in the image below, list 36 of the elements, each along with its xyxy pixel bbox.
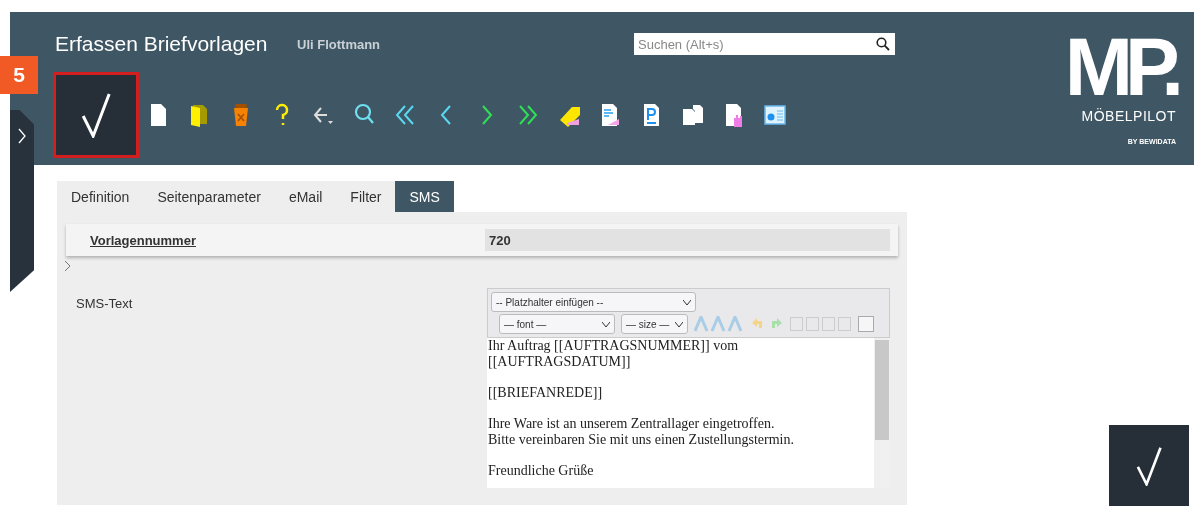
caret-icon — [683, 299, 691, 305]
step-badge: 5 — [0, 56, 38, 94]
document-hand-icon[interactable] — [723, 102, 745, 128]
font-select[interactable]: — font — — [499, 314, 615, 334]
save-button[interactable] — [53, 72, 139, 158]
caret-icon — [675, 321, 683, 327]
field-label: SMS-Text — [76, 296, 134, 313]
text-editor-icon[interactable] — [764, 102, 786, 128]
field-label: Vorlagennummer — [90, 232, 197, 248]
number-field: 720 — [485, 229, 890, 251]
text-paragraph: Ihre Ware ist an unserem Zentrallager eingetroffen. Bitte vereinbaren Sie mit uns einen Zustellungstermin. — [488, 416, 795, 448]
caret-icon — [602, 321, 610, 327]
placeholder-select[interactable]: -- Platzhalter einfügen -- — [491, 292, 696, 312]
text-paragraph: [[BRIEFANREDE]] — [488, 385, 604, 401]
side-panel-tab[interactable] — [10, 110, 34, 292]
text-paragraph: Freundliche Grüße — [488, 463, 595, 479]
user-name: Uli Flottmann — [297, 36, 382, 52]
scrollbar[interactable] — [874, 338, 890, 488]
search-field[interactable]: Suchen (Alt+s) — [634, 33, 895, 55]
tab[interactable]: SMS — [395, 181, 454, 212]
page-title: Erfassen Briefvorlagen — [55, 32, 269, 56]
save-button[interactable] — [1109, 425, 1189, 506]
right-chevron-icon[interactable] — [18, 128, 26, 144]
tab[interactable]: Seitenparameter — [143, 181, 275, 212]
sms-text-area[interactable]: Ihr Auftrag [[AUFTRAGSNUMMER]] vom [[AUFTRAGSDATUM]] [[BRIEFANREDE]] Ihre Ware ist an unserem Zentrallager eingetroffen. Bitte vereinbaren Sie mit uns einen Zustellungstermin. Freundliche Grüße — [487, 338, 890, 488]
size-select[interactable]: — size — — [621, 314, 688, 334]
document-edit-icon[interactable] — [600, 102, 622, 128]
check-icon — [1135, 445, 1163, 486]
search-icon[interactable] — [876, 37, 890, 51]
text-paragraph: Ihr Auftrag [[AUFTRAGSNUMMER]] vom [[AUFTRAGSDATUM]] — [488, 338, 740, 370]
copy-documents-icon[interactable] — [682, 102, 704, 128]
tab[interactable]: Filter — [336, 181, 396, 212]
expand-chevron-icon[interactable] — [64, 260, 71, 272]
check-icon — [80, 92, 112, 138]
tab[interactable]: eMail — [274, 181, 337, 212]
tab[interactable]: Definition — [57, 181, 144, 212]
